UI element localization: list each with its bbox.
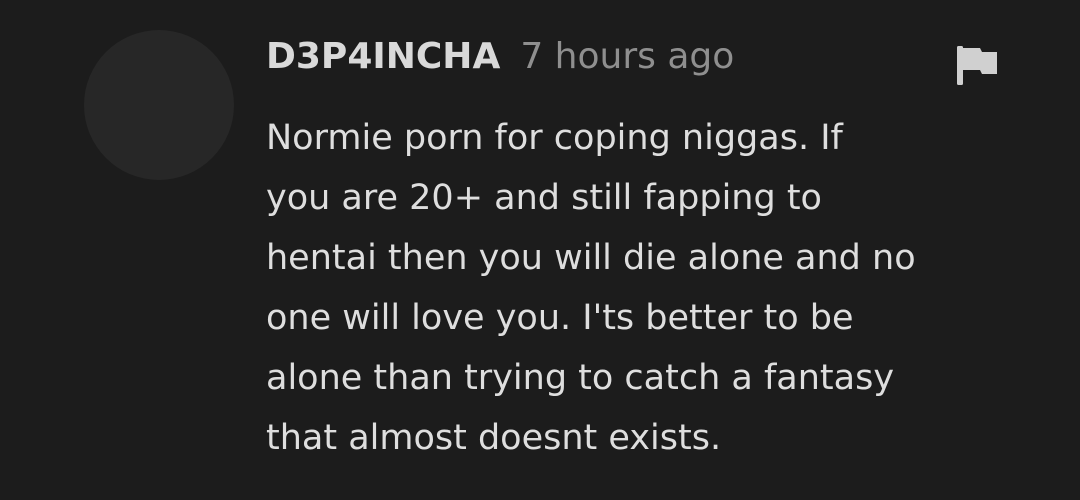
username[interactable]: D3P4INCHA bbox=[266, 36, 500, 77]
flag-icon[interactable] bbox=[954, 42, 1000, 88]
comment: D3P4INCHA 7 hours ago Normie porn for co… bbox=[0, 0, 1080, 500]
comment-body-line: Normie porn for coping niggas. If bbox=[266, 118, 843, 158]
comment-body-line: alone than trying to catch a fantasy bbox=[266, 358, 895, 398]
comment-body: Normie porn for coping niggas. If you ar… bbox=[266, 108, 1026, 468]
comment-body-line: hentai then you will die alone and no bbox=[266, 238, 916, 278]
avatar[interactable] bbox=[84, 30, 234, 180]
comment-body-line: one will love you. I'ts better to be bbox=[266, 298, 854, 338]
comment-header: D3P4INCHA 7 hours ago bbox=[266, 36, 734, 88]
timestamp: 7 hours ago bbox=[520, 36, 735, 77]
comment-body-line: that almost doesnt exists. bbox=[266, 418, 722, 458]
comment-body-line: you are 20+ and still fapping to bbox=[266, 178, 822, 218]
